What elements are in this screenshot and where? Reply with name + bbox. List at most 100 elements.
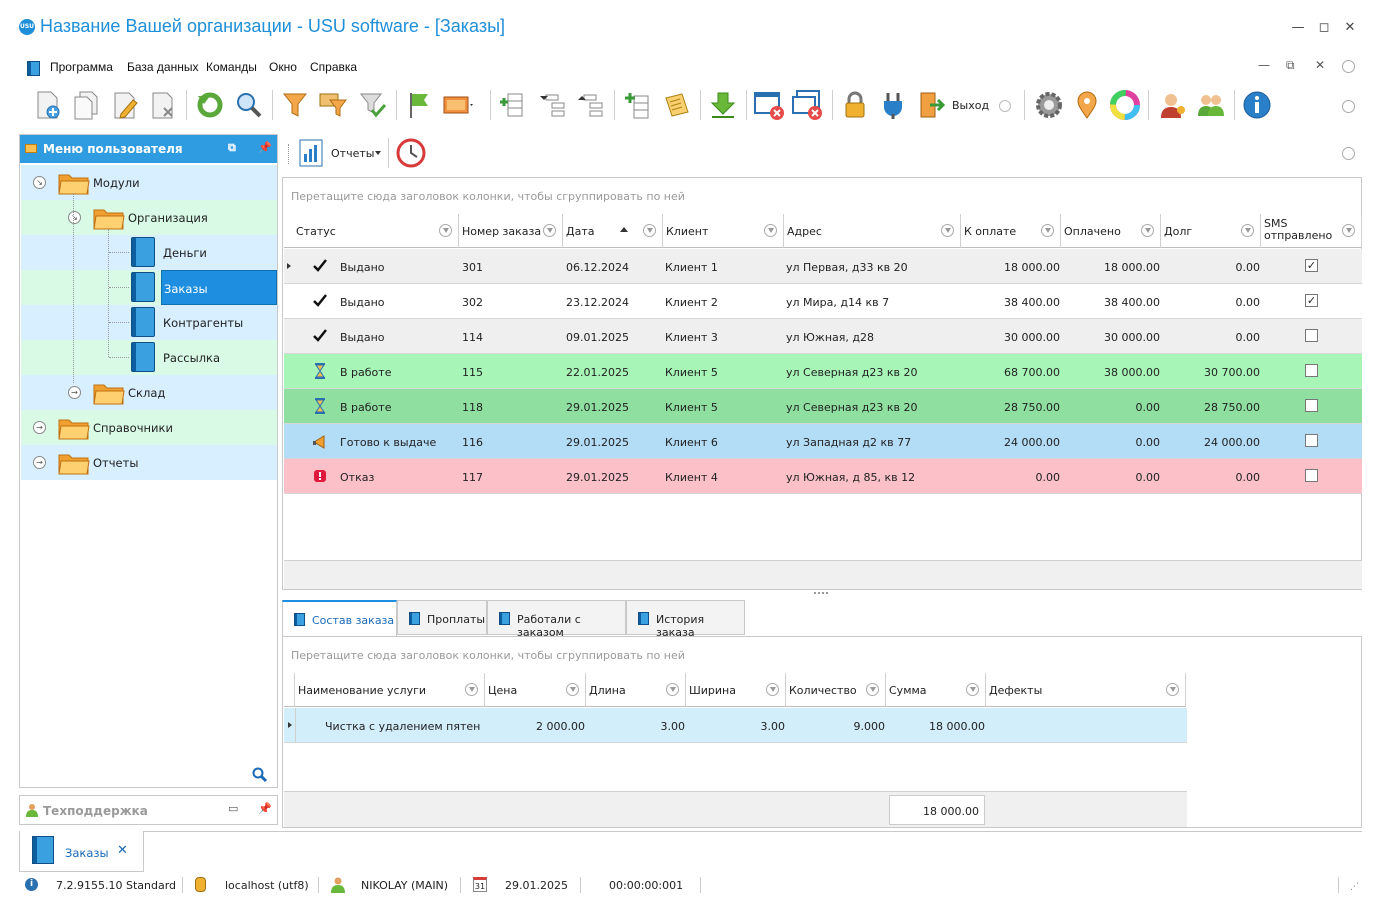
add-column-icon[interactable] (496, 88, 530, 122)
users-group-icon[interactable] (1194, 88, 1228, 122)
tree-expand-icon[interactable] (536, 88, 570, 122)
collapse-ribbon-icon[interactable] (1342, 60, 1355, 73)
table-row[interactable]: Чистка с удалением пятен 2 000.00 3.00 3.00… (284, 708, 1187, 743)
column-filter-icon[interactable] (941, 224, 954, 237)
table-row[interactable]: Отказ 117 29.01.2025 Клиент 4 ул Южная, д 85… (284, 459, 1362, 494)
sms-checkbox[interactable] (1305, 434, 1318, 447)
close-window-icon[interactable] (752, 88, 786, 122)
plugin-icon[interactable] (876, 88, 910, 122)
sms-checkbox[interactable]: ✓ (1305, 259, 1318, 272)
column-filter-icon[interactable] (766, 683, 779, 696)
tab-2[interactable]: Работали с заказом (487, 600, 626, 639)
image-icon[interactable] (440, 88, 474, 122)
toolbar-collapse-icon[interactable] (1342, 100, 1355, 113)
expand-node-icon[interactable]: → (33, 456, 46, 469)
window-tab-orders[interactable]: Заказы ✕ (19, 831, 144, 872)
panel-pin-icon[interactable]: 📌 (258, 141, 272, 154)
add-record-icon[interactable] (30, 88, 64, 122)
reports-chevron-down-icon[interactable] (375, 151, 381, 155)
menu-database[interactable]: База данных (127, 60, 198, 74)
column-filter-icon[interactable] (966, 683, 979, 696)
filter-icon[interactable] (278, 88, 312, 122)
detail-column-header-1[interactable]: Цена (485, 673, 586, 707)
column-filter-icon[interactable] (465, 683, 478, 696)
search-icon[interactable] (232, 88, 266, 122)
lock-icon[interactable] (838, 88, 872, 122)
delete-record-icon[interactable] (146, 88, 180, 122)
column-filter-icon[interactable] (566, 683, 579, 696)
column-header-8[interactable]: SMS отправлено (1261, 214, 1362, 248)
menu-window[interactable]: Окно (269, 60, 297, 74)
panel-float-icon[interactable]: ⧉ (228, 141, 236, 155)
table-row[interactable]: В работе 118 29.01.2025 Клиент 5 ул Северная… (284, 389, 1362, 424)
sms-checkbox[interactable]: ✓ (1305, 294, 1318, 307)
menu-commands[interactable]: Команды (206, 60, 257, 74)
exit-icon[interactable] (914, 88, 948, 122)
support-panel[interactable]: Техподдержка ▭ 📌 (19, 795, 278, 825)
mdi-restore-icon[interactable]: ⧉ (1286, 58, 1295, 73)
refresh-icon[interactable] (193, 88, 227, 122)
detail-column-header-2[interactable]: Длина (586, 673, 686, 707)
location-pin-icon[interactable] (1070, 88, 1104, 122)
expand-node-icon[interactable]: → (33, 421, 46, 434)
column-filter-icon[interactable] (1166, 683, 1179, 696)
sms-checkbox[interactable] (1305, 364, 1318, 377)
column-filter-icon[interactable] (1041, 224, 1054, 237)
column-filter-icon[interactable] (764, 224, 777, 237)
tree-item-2[interactable]: Деньги (21, 235, 277, 270)
flag-icon[interactable] (402, 88, 436, 122)
tab-0[interactable]: Состав заказа (282, 600, 397, 637)
tree-item-8[interactable]: → Отчеты (21, 445, 277, 480)
support-pin-icon[interactable]: 📌 (258, 802, 272, 815)
menu-program[interactable]: Программа (50, 60, 113, 74)
tree-item-7[interactable]: → Справочники (21, 410, 277, 445)
filter-edit-icon[interactable] (316, 88, 350, 122)
tab-1[interactable]: Проплаты (397, 600, 487, 635)
settings-gear-icon[interactable] (1032, 88, 1066, 122)
edit-record-icon[interactable] (108, 88, 142, 122)
column-filter-icon[interactable] (1141, 224, 1154, 237)
tree-item-4[interactable]: Контрагенты (21, 305, 277, 340)
collapse-node-icon[interactable]: ↘ (68, 211, 81, 224)
add-row-icon[interactable] (620, 88, 654, 122)
tab-3[interactable]: История заказа (626, 600, 745, 639)
minimize-icon[interactable]: — (1288, 18, 1308, 38)
table-row[interactable]: Выдано 302 23.12.2024 Клиент 2 ул Мира, д14 … (284, 284, 1362, 319)
table-row[interactable]: В работе 115 22.01.2025 Клиент 5 ул Северная… (284, 354, 1362, 389)
tree-collapse-icon[interactable] (574, 88, 608, 122)
column-filter-icon[interactable] (439, 224, 452, 237)
column-filter-icon[interactable] (543, 224, 556, 237)
close-icon[interactable]: ✕ (1340, 18, 1360, 38)
table-row[interactable]: Выдано 301 06.12.2024 Клиент 1 ул Первая, д3… (284, 249, 1362, 284)
table-row[interactable]: Выдано 114 09.01.2025 Клиент 3 ул Южная, д28… (284, 319, 1362, 354)
download-icon[interactable] (706, 88, 740, 122)
notes-icon[interactable] (660, 88, 694, 122)
column-header-5[interactable]: К оплате (961, 214, 1061, 248)
splitter-grip[interactable] (814, 592, 828, 594)
close-all-windows-icon[interactable] (790, 88, 824, 122)
column-filter-icon[interactable] (1241, 224, 1254, 237)
tree-item-0[interactable]: ↘ Модули (21, 165, 277, 200)
column-header-7[interactable]: Долг (1161, 214, 1261, 248)
detail-column-header-4[interactable]: Количество (786, 673, 886, 707)
collapse-node-icon[interactable]: ↘ (33, 176, 46, 189)
column-filter-icon[interactable] (1342, 224, 1355, 237)
tree-item-5[interactable]: Рассылка (21, 340, 277, 375)
filter-apply-icon[interactable] (356, 88, 390, 122)
resize-grip-icon[interactable]: ⋰ (1350, 882, 1359, 892)
clock-icon[interactable] (396, 138, 426, 171)
column-header-0[interactable]: Статус (284, 214, 459, 248)
sms-checkbox[interactable] (1305, 399, 1318, 412)
sort-ascending-icon[interactable] (620, 227, 628, 232)
column-header-4[interactable]: Адрес (784, 214, 961, 248)
tree-search-icon[interactable] (252, 767, 268, 786)
detail-column-header-0[interactable]: Наименование услуги (295, 673, 485, 707)
column-header-3[interactable]: Клиент (663, 214, 784, 248)
window-tab-close-icon[interactable]: ✕ (117, 843, 128, 858)
tree-item-6[interactable]: → Склад (21, 375, 277, 410)
column-header-2[interactable]: Дата (563, 214, 663, 248)
detail-column-header-3[interactable]: Ширина (686, 673, 786, 707)
column-filter-icon[interactable] (643, 224, 656, 237)
tree-item-3[interactable]: Заказы (21, 270, 277, 305)
reports-dropdown[interactable]: Отчеты (331, 147, 374, 160)
